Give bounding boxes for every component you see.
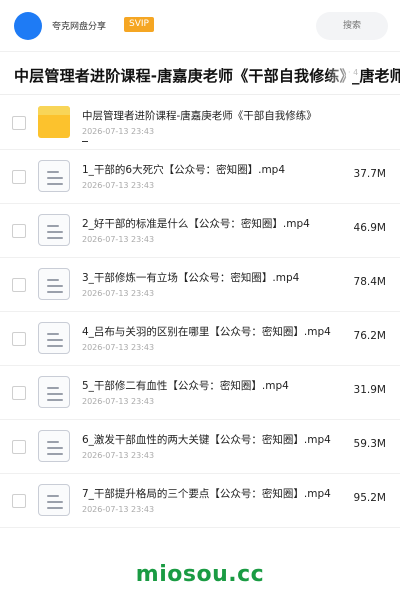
file-date: 2026-07-13 23:43: [82, 451, 155, 460]
share-title-tail: _唐老师: [352, 67, 400, 85]
header: 夸克网盘分享 SVIP: [0, 0, 400, 52]
document-icon: [38, 376, 70, 408]
file-row[interactable]: 6_激发干部血性的两大关键【公众号：密知圈】.mp4 2026-07-13 23:…: [0, 420, 400, 474]
folder-row[interactable]: 中层管理者进阶课程-唐嘉庚老师《干部自我修练》 2026-07-13 23:43: [0, 96, 400, 150]
document-icon: [38, 430, 70, 462]
file-row[interactable]: 3_干部修炼一有立场【公众号：密知圈】.mp4 2026-07-13 23:43 7…: [0, 258, 400, 312]
share-title: 中层管理者进阶课程-唐嘉庚老师《干部自我修练》: [14, 67, 355, 85]
file-date: 2026-07-13 23:43: [82, 343, 155, 352]
row-checkbox[interactable]: [12, 386, 26, 400]
row-checkbox[interactable]: [12, 494, 26, 508]
file-size: 46.9M: [353, 222, 386, 234]
document-icon: [38, 322, 70, 354]
text-cursor: [82, 141, 88, 142]
file-size: 37.7M: [353, 168, 386, 180]
document-icon: [38, 214, 70, 246]
file-size: 59.3M: [353, 438, 386, 450]
file-size: 31.9M: [353, 384, 386, 396]
document-icon: [38, 160, 70, 192]
file-name[interactable]: 2_好干部的标准是什么【公众号：密知圈】.mp4: [82, 216, 310, 231]
row-checkbox[interactable]: [12, 170, 26, 184]
file-date: 2026-07-13 23:43: [82, 505, 155, 514]
file-date: 2026-07-13 23:43: [82, 397, 155, 406]
file-date: 2026-07-13 23:43: [82, 127, 155, 136]
file-name[interactable]: 6_激发干部血性的两大关键【公众号：密知圈】.mp4: [82, 432, 331, 447]
file-name[interactable]: 7_干部提升格局的三个要点【公众号：密知圈】.mp4: [82, 486, 331, 501]
file-row[interactable]: 2_好干部的标准是什么【公众号：密知圈】.mp4 2026-07-13 23:43…: [0, 204, 400, 258]
file-name[interactable]: 中层管理者进阶课程-唐嘉庚老师《干部自我修练》: [82, 108, 317, 123]
file-size: 95.2M: [353, 492, 386, 504]
avatar[interactable]: [14, 12, 42, 40]
file-row[interactable]: 7_干部提升格局的三个要点【公众号：密知圈】.mp4 2026-07-13 23:…: [0, 474, 400, 528]
file-row[interactable]: 1_干部的6大死穴【公众号：密知圈】.mp4 2026-07-13 23:43 37…: [0, 150, 400, 204]
folder-icon: [38, 106, 70, 138]
file-name[interactable]: 3_干部修炼一有立场【公众号：密知圈】.mp4: [82, 270, 299, 285]
row-checkbox[interactable]: [12, 440, 26, 454]
file-date: 2026-07-13 23:43: [82, 181, 155, 190]
file-name[interactable]: 5_干部修二有血性【公众号：密知圈】.mp4: [82, 378, 289, 393]
file-date: 2026-07-13 23:43: [82, 289, 155, 298]
watermark: miosou.cc: [135, 562, 265, 587]
row-checkbox[interactable]: [12, 332, 26, 346]
search-input[interactable]: [316, 12, 388, 40]
file-row[interactable]: 4_吕布与关羽的区别在哪里【公众号：密知圈】.mp4 2026-07-13 23:…: [0, 312, 400, 366]
row-checkbox[interactable]: [12, 278, 26, 292]
row-checkbox[interactable]: [12, 224, 26, 238]
share-title-bar: 中层管理者进阶课程-唐嘉庚老师《干部自我修练》 · 4 _唐老师: [0, 53, 400, 95]
file-size: 78.4M: [353, 276, 386, 288]
file-row[interactable]: 5_干部修二有血性【公众号：密知圈】.mp4 2026-07-13 23:43 31…: [0, 366, 400, 420]
document-icon: [38, 484, 70, 516]
file-date: 2026-07-13 23:43: [82, 235, 155, 244]
file-name[interactable]: 4_吕布与关羽的区别在哪里【公众号：密知圈】.mp4: [82, 324, 331, 339]
document-icon: [38, 268, 70, 300]
svip-badge: SVIP: [124, 17, 154, 32]
brand-name: 夸克网盘分享: [52, 22, 107, 32]
file-size: 76.2M: [353, 330, 386, 342]
file-name[interactable]: 1_干部的6大死穴【公众号：密知圈】.mp4: [82, 162, 285, 177]
row-checkbox[interactable]: [12, 116, 26, 130]
